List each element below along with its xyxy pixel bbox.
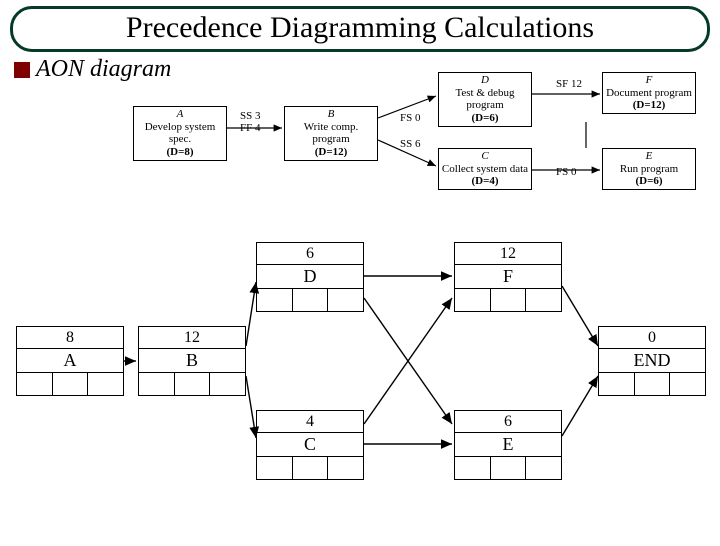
activity-id: F <box>605 74 693 87</box>
link-label-bc: SS 6 <box>400 138 421 150</box>
link-label-df: SF 12 <box>556 78 582 90</box>
activity-desc: Test & debug program <box>441 87 529 112</box>
node-dur: 0 <box>599 327 705 349</box>
activity-box-d: D Test & debug program (D=6) <box>438 72 532 127</box>
activity-dur: (D=4) <box>441 175 529 188</box>
link-label-ab: SS 3 FF 4 <box>240 110 261 134</box>
activity-box-a: A Develop system spec. (D=8) <box>133 106 227 161</box>
node-label: A <box>17 349 123 373</box>
node-dur: 6 <box>257 243 363 265</box>
node-dur: 12 <box>139 327 245 349</box>
node-c: 4 C <box>256 410 364 480</box>
node-f: 12 F <box>454 242 562 312</box>
activity-id: E <box>605 150 693 163</box>
activity-dur: (D=6) <box>441 112 529 125</box>
activity-id: D <box>441 74 529 87</box>
node-slots <box>257 289 363 311</box>
node-slots <box>17 373 123 395</box>
node-label: C <box>257 433 363 457</box>
node-slots <box>599 373 705 395</box>
activity-desc: Document program <box>605 87 693 100</box>
activity-dur: (D=8) <box>136 146 224 159</box>
activity-desc: Run program <box>605 163 693 176</box>
node-slots <box>139 373 245 395</box>
node-slots <box>257 457 363 479</box>
activity-box-c: C Collect system data (D=4) <box>438 148 532 190</box>
node-dur: 6 <box>455 411 561 433</box>
section-title: AON diagram <box>36 56 171 83</box>
node-e: 6 E <box>454 410 562 480</box>
node-d: 6 D <box>256 242 364 312</box>
node-label: END <box>599 349 705 373</box>
node-label: D <box>257 265 363 289</box>
link-label-ce: FS 0 <box>556 166 577 178</box>
activity-id: C <box>441 150 529 163</box>
node-label: E <box>455 433 561 457</box>
activity-dur: (D=12) <box>605 99 693 112</box>
node-slots <box>455 457 561 479</box>
activity-desc: Collect system data <box>441 163 529 176</box>
page-title: Precedence Diagramming Calculations <box>126 11 594 44</box>
node-dur: 12 <box>455 243 561 265</box>
activity-desc: Write comp. program <box>287 121 375 146</box>
activity-dur: (D=6) <box>605 175 693 188</box>
node-label: B <box>139 349 245 373</box>
node-dur: 8 <box>17 327 123 349</box>
node-b: 12 B <box>138 326 246 396</box>
activity-box-b: B Write comp. program (D=12) <box>284 106 378 161</box>
activity-desc: Develop system spec. <box>136 121 224 146</box>
page-title-banner: Precedence Diagramming Calculations <box>10 6 710 52</box>
activity-box-f: F Document program (D=12) <box>602 72 696 114</box>
activity-dur: (D=12) <box>287 146 375 159</box>
node-a: 8 A <box>16 326 124 396</box>
activity-id: A <box>136 108 224 121</box>
activity-id: B <box>287 108 375 121</box>
bullet-icon <box>14 62 30 78</box>
activity-box-e: E Run program (D=6) <box>602 148 696 190</box>
node-dur: 4 <box>257 411 363 433</box>
link-label-bd: FS 0 <box>400 112 421 124</box>
node-end: 0 END <box>598 326 706 396</box>
node-slots <box>455 289 561 311</box>
node-label: F <box>455 265 561 289</box>
